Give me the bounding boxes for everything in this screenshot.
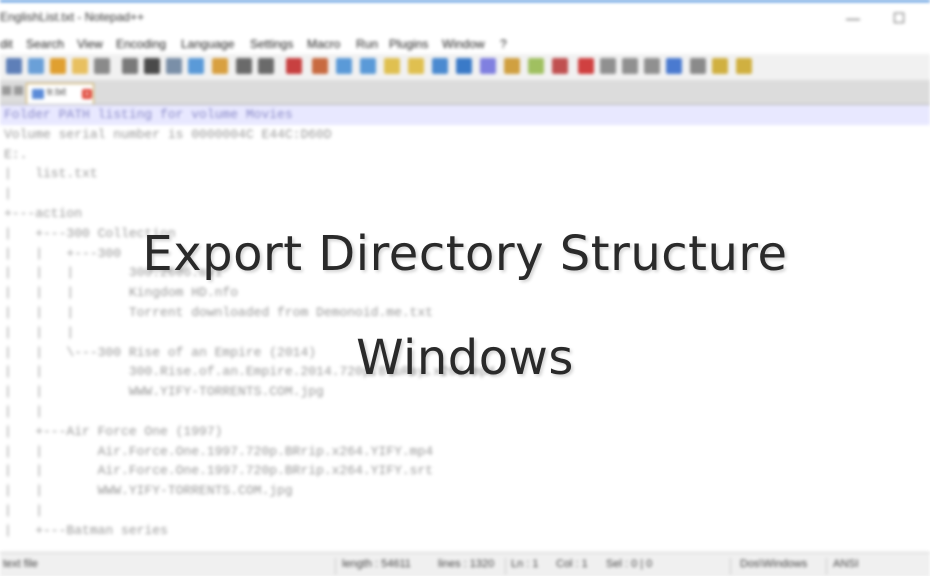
notepad-window: EnglishList.txt - Notepad++ — ☐ dit Sear… [0,0,930,576]
headline-line2: Windows [356,330,574,386]
headline-overlay: Export Directory Structure Windows [0,0,930,576]
headline-line1: Export Directory Structure [142,226,788,282]
